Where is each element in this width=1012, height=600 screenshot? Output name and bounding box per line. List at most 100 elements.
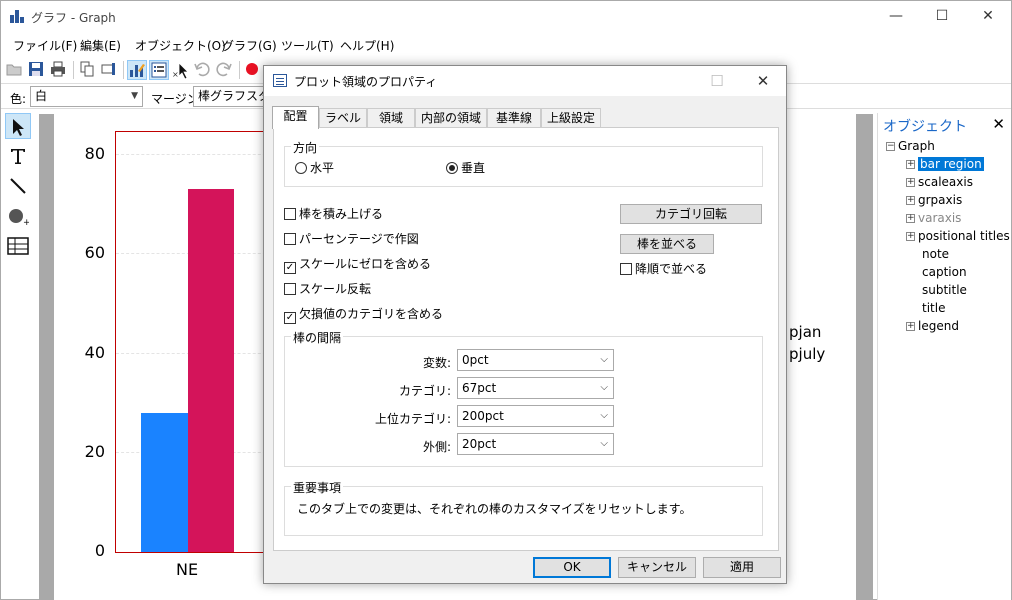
cancel-button[interactable]: キャンセル — [618, 557, 696, 578]
tree-item-title[interactable]: title — [922, 300, 945, 317]
rotate-categories-button[interactable]: カテゴリ回転 — [620, 204, 762, 224]
collapse-icon[interactable]: − — [886, 142, 895, 151]
reverse-scale-label: スケール反転 — [299, 282, 372, 296]
y-tick-label-60: 60 — [84, 243, 105, 262]
bar-pjan-ne[interactable] — [141, 412, 188, 552]
upper-category-gap-select[interactable]: 200pct ⌵ — [457, 405, 614, 427]
percent-checkbox[interactable]: パーセンテージで作図 — [284, 231, 419, 247]
tree-item-scaleaxis[interactable]: + scaleaxis — [906, 174, 973, 191]
tree-item-label: grpaxis — [918, 193, 963, 207]
upper-category-gap-label: 上位カテゴリ: — [374, 412, 451, 426]
tab-labels[interactable]: ラベル — [319, 108, 367, 128]
tool-palette: + — [3, 113, 33, 263]
object-browser-icon[interactable] — [149, 60, 169, 80]
margin-select[interactable]: 棒グラフスタイル — [193, 86, 264, 107]
tree-item-graph[interactable]: − Graph — [886, 138, 935, 155]
reverse-scale-checkbox[interactable]: スケール反転 — [284, 281, 371, 297]
window-title: グラフ - Graph — [31, 11, 116, 25]
close-icon[interactable]: ✕ — [992, 115, 1005, 133]
category-gap-select[interactable]: 67pct ⌵ — [457, 377, 614, 399]
tab-region[interactable]: 領域 — [367, 108, 415, 128]
tab-baseline[interactable]: 基準線 — [487, 108, 541, 128]
close-button[interactable]: ✕ — [965, 1, 1011, 32]
tab-advanced[interactable]: 上級設定 — [541, 108, 601, 128]
tree-item-positional-titles[interactable]: + positional titles — [906, 228, 1010, 245]
tree-item-label: caption — [922, 265, 967, 279]
bar-pjuly-ne[interactable] — [188, 188, 234, 552]
copy-icon[interactable] — [78, 60, 98, 80]
print-icon[interactable] — [49, 60, 69, 80]
color-label: 色: — [10, 92, 27, 106]
dialog-close-button[interactable]: ✕ — [740, 66, 786, 96]
tree-item-bar-region[interactable]: + bar region — [906, 156, 984, 173]
expand-icon[interactable]: + — [906, 232, 915, 241]
outer-gap-value: 20pct — [462, 437, 497, 451]
tree-item-label: bar region — [918, 157, 984, 171]
dialog-title: プロット領域のプロパティ — [294, 75, 438, 89]
menu-help[interactable]: ヘルプ(H) — [340, 37, 394, 54]
minimize-button[interactable]: — — [873, 1, 919, 32]
marker-tool-icon[interactable]: + — [5, 203, 31, 229]
open-icon[interactable] — [5, 60, 25, 80]
bar-gap-group: 棒の間隔 変数: 0pct ⌵ カテゴリ: 67pct ⌵ 上位カテゴリ: 200p… — [284, 329, 763, 467]
sort-bars-button[interactable]: 棒を並べる — [620, 234, 714, 254]
stack-bars-checkbox[interactable]: 棒を積み上げる — [284, 206, 383, 222]
descending-checkbox[interactable]: 降順で並べる — [620, 261, 707, 277]
graph-editor-icon[interactable] — [127, 60, 147, 80]
chevron-down-icon: ⌵ — [600, 410, 608, 421]
category-gap-label: カテゴリ: — [398, 384, 451, 398]
line-tool-icon[interactable] — [5, 173, 31, 199]
expand-icon[interactable]: + — [906, 178, 915, 187]
checkbox-unchecked-icon — [284, 208, 296, 220]
include-zero-label: スケールにゼロを含める — [299, 257, 432, 271]
menu-tools[interactable]: ツール(T) — [281, 37, 334, 54]
include-zero-checkbox[interactable]: ✓ スケールにゼロを含める — [284, 256, 432, 274]
table-tool-icon[interactable] — [5, 233, 31, 259]
undo-icon[interactable] — [193, 60, 213, 80]
expand-icon[interactable]: + — [906, 196, 915, 205]
pointer-tool-icon[interactable] — [5, 113, 31, 139]
menu-object[interactable]: オブジェクト(O) — [135, 37, 226, 54]
color-select[interactable]: 白 ▼ — [30, 86, 143, 107]
checkbox-checked-icon: ✓ — [284, 262, 296, 274]
important-group: 重要事項 このタブ上での変更は、それぞれの棒のカスタマイズをリセットします。 — [284, 479, 763, 536]
maximize-button[interactable]: ☐ — [919, 1, 965, 32]
apply-button[interactable]: 適用 — [703, 557, 781, 578]
legend-item-pjuly: pjuly — [789, 345, 826, 363]
ok-button[interactable]: OK — [533, 557, 611, 578]
tab-placement[interactable]: 配置 — [272, 106, 319, 129]
save-icon[interactable] — [27, 60, 47, 80]
tree-item-subtitle[interactable]: subtitle — [922, 282, 967, 299]
tree-item-caption[interactable]: caption — [922, 264, 967, 281]
tree-item-legend[interactable]: + legend — [906, 318, 959, 335]
chevron-down-icon: ⌵ — [600, 354, 608, 365]
redo-icon[interactable] — [215, 60, 235, 80]
vertical-radio[interactable]: 垂直 — [446, 160, 485, 176]
outer-gap-select[interactable]: 20pct ⌵ — [457, 433, 614, 455]
menu-file[interactable]: ファイル(F) — [13, 37, 77, 54]
tree-item-grpaxis[interactable]: + grpaxis — [906, 192, 962, 209]
record-icon[interactable] — [243, 60, 263, 80]
direction-group-title: 方向 — [291, 139, 320, 156]
checkbox-checked-icon: ✓ — [284, 312, 296, 324]
variable-gap-value: 0pct — [462, 353, 489, 367]
expand-icon[interactable]: + — [906, 160, 915, 169]
dialog-maximize-button[interactable]: ☐ — [694, 66, 740, 96]
tab-inner-region[interactable]: 内部の領域 — [415, 108, 487, 128]
rename-icon[interactable] — [100, 60, 120, 80]
expand-icon[interactable]: + — [906, 322, 915, 331]
title-bar: グラフ - Graph — ☐ ✕ — [1, 1, 1011, 32]
menu-graph[interactable]: グラフ(G) — [222, 37, 277, 54]
menu-edit[interactable]: 編集(E) — [80, 37, 121, 54]
horizontal-radio[interactable]: 水平 — [295, 160, 334, 176]
variable-gap-select[interactable]: 0pct ⌵ — [457, 349, 614, 371]
outer-gap-label: 外側: — [422, 440, 451, 454]
chevron-down-icon: ⌵ — [600, 382, 608, 393]
tree-item-note[interactable]: note — [922, 246, 949, 263]
properties-icon — [273, 74, 287, 87]
recorder-cursor-icon[interactable]: × — [171, 60, 191, 80]
tree-item-varaxis[interactable]: + varaxis — [906, 210, 961, 227]
expand-icon[interactable]: + — [906, 214, 915, 223]
text-tool-icon[interactable] — [5, 143, 31, 169]
include-missing-checkbox[interactable]: ✓ 欠損値のカテゴリを含める — [284, 306, 443, 324]
